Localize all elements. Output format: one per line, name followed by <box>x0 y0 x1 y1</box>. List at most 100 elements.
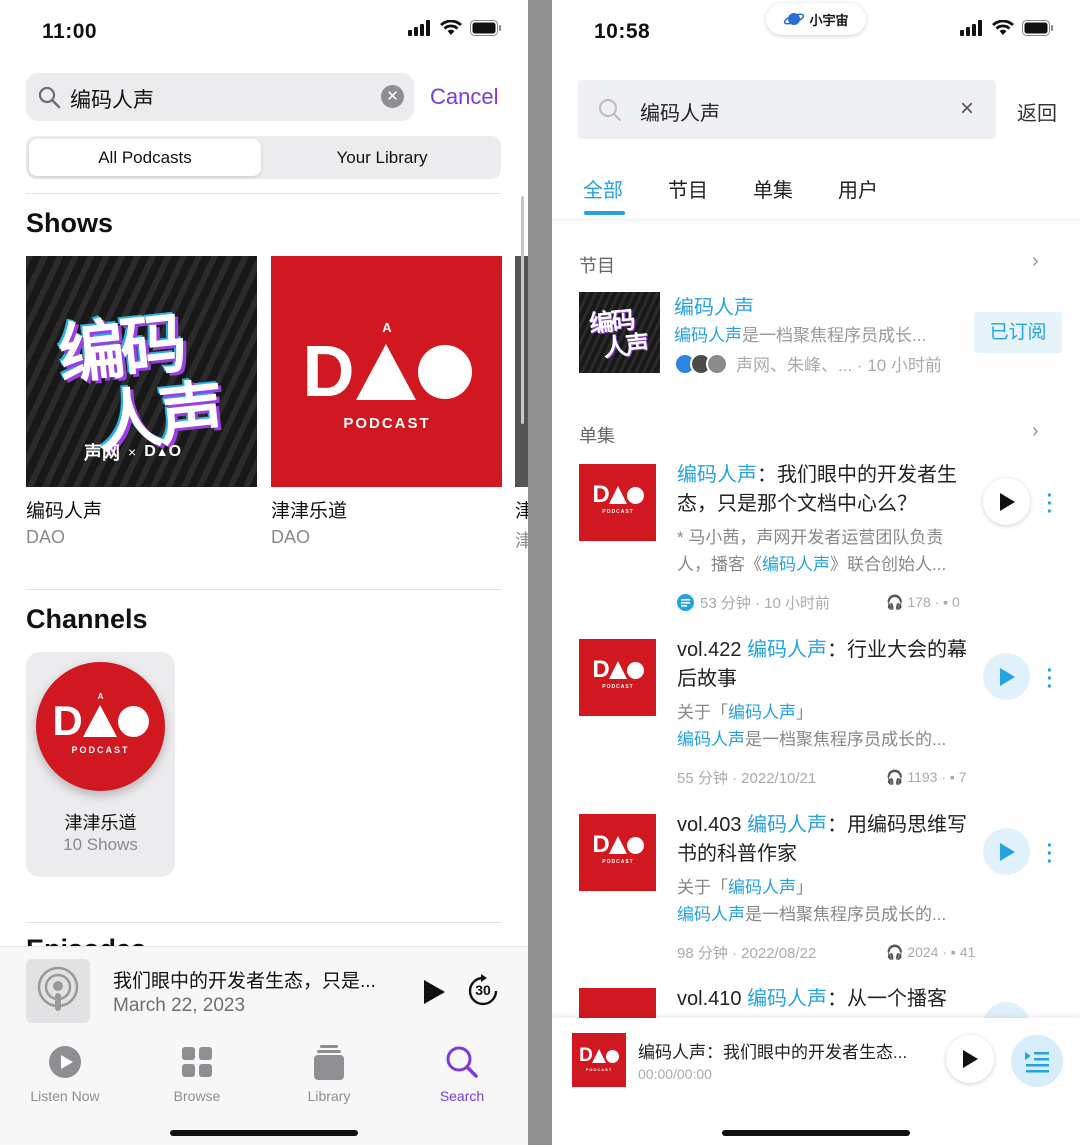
tab-shows[interactable]: 节目 <box>668 174 708 203</box>
playlist-button[interactable] <box>1011 1035 1063 1087</box>
battery-icon <box>470 20 501 36</box>
play-button[interactable] <box>983 478 1030 525</box>
status-time: 11:00 <box>42 20 98 43</box>
play-icon[interactable] <box>421 979 447 1005</box>
show-artwork[interactable]: 编码 人声 声网 × D▲O <box>26 256 257 487</box>
search-field[interactable]: 编码人声 ✕ <box>26 73 414 121</box>
tab-browse[interactable]: Browse <box>142 1042 252 1104</box>
show-artwork[interactable]: A D PODCAST <box>271 256 502 487</box>
skip-forward-label: 30 <box>475 982 491 998</box>
tab-users[interactable]: 用户 <box>838 174 878 203</box>
signal-icon <box>960 20 982 36</box>
more-options-icon[interactable]: · · · <box>1045 836 1055 872</box>
desc-line2-highlight: 编码人声 <box>677 905 745 924</box>
episode-title: 编码人声：我们眼中的开发者生态，只是那个文档中心么？ <box>677 461 977 519</box>
dao-logo-podcast: PODCAST <box>343 415 431 432</box>
status-time: 10:58 <box>594 20 651 43</box>
channel-card[interactable]: A D PODCAST 津津乐道 10 Shows <box>26 652 175 877</box>
now-playing-title: 编码人声：我们眼中的开发者生态... <box>638 1043 908 1062</box>
tab-library[interactable]: Library <box>274 1042 384 1104</box>
play-count: 2024 <box>907 944 939 960</box>
title-rest: ：从一个播客 <box>827 988 948 1010</box>
mini-player[interactable]: D PODCAST 编码人声：我们眼中的开发者生态... 00:00/00:00 <box>552 1018 1080 1145</box>
divider <box>26 193 501 194</box>
tab-divider <box>552 218 1080 226</box>
skip-forward-30-button[interactable]: 30 <box>466 974 500 1008</box>
episode-stats: 🎧 2024 · ▪ 41 <box>886 944 976 960</box>
apple-podcasts-screen: 11:00 编码人声 ✕ Cancel All Podcasts Your Li… <box>0 0 528 1145</box>
tab-listen-now[interactable]: Listen Now <box>10 1042 120 1104</box>
desc-line2-highlight: 编码人声 <box>677 730 745 749</box>
mini-player[interactable]: 我们眼中的开发者生态，只是... March 22, 2023 30 <box>0 946 528 1034</box>
show-artwork[interactable]: 编码 人声 <box>579 292 660 373</box>
desc-line2-highlight: 编码人声 <box>762 555 830 574</box>
dao-logo: A D PODCAST <box>303 320 472 432</box>
episode-meta: 53 分钟 · 10 小时前 <box>677 592 830 613</box>
play-count: 178 <box>907 594 931 610</box>
dao-logo-a: A <box>382 320 392 335</box>
segment-your-library[interactable]: Your Library <box>266 139 498 176</box>
desc-line1-pre: 关于「 <box>677 703 728 722</box>
episode-meta-text: 53 分钟 · 10 小时前 <box>700 595 831 612</box>
episodes-more-chevron-icon[interactable]: › <box>1032 420 1039 443</box>
clear-search-icon[interactable]: × <box>960 95 974 123</box>
back-button[interactable]: 返回 <box>1017 97 1057 126</box>
subscribed-button[interactable]: 已订阅 <box>974 312 1062 353</box>
segment-all-podcasts[interactable]: All Podcasts <box>29 139 261 176</box>
dao-logo-podcast: PODCAST <box>602 859 634 865</box>
desc-line1-pre: 关于「 <box>677 878 728 897</box>
comment-count: 41 <box>959 944 976 960</box>
grid-icon <box>182 1047 212 1077</box>
search-query[interactable]: 编码人声 <box>70 84 154 114</box>
dao-logo: D PODCAST <box>592 833 644 865</box>
dao-logo-mini: D▲O <box>144 443 182 460</box>
home-indicator <box>722 1130 910 1136</box>
desc-line2-post: 是一档聚焦程序员成长的... <box>745 730 947 749</box>
tab-label: Browse <box>173 1088 221 1104</box>
show-description: 编码人声是一档聚焦程序员成长... <box>674 321 949 346</box>
tab-all[interactable]: 全部 <box>583 174 623 203</box>
show-title[interactable]: 编码人声 <box>674 291 754 320</box>
comment-count: 0 <box>951 594 960 610</box>
home-indicator <box>170 1130 358 1136</box>
show-card[interactable]: 编码 人声 声网 × D▲O 编码人声 DAO <box>26 256 257 548</box>
more-options-icon[interactable]: · · · <box>1045 486 1055 522</box>
signal-icon <box>408 20 430 36</box>
more-options-icon[interactable]: · · · <box>1045 661 1055 697</box>
episode-description: * 马小茜，声网开发者运营团队负责 人，播客《编码人声》联合创始人... <box>677 524 977 578</box>
play-button[interactable] <box>946 1035 994 1083</box>
episode-stats: 🎧 178 · ▪ 0 <box>886 594 960 610</box>
desc-line2-pre: 人，播客《 <box>677 555 762 574</box>
tab-search[interactable]: Search <box>407 1042 517 1104</box>
search-field[interactable]: 编码人声 × <box>578 80 996 139</box>
artwork-brand: 声网 × D▲O <box>84 439 181 465</box>
search-query[interactable]: 编码人声 <box>640 97 720 126</box>
show-card[interactable]: A D PODCAST 津津乐道 DAO <box>271 256 502 548</box>
scroll-indicator <box>521 196 524 424</box>
cancel-button[interactable]: Cancel <box>430 84 498 110</box>
tab-label: Library <box>307 1088 351 1104</box>
dao-logo: A D PODCAST <box>52 692 149 755</box>
dao-logo-podcast: PODCAST <box>71 745 130 755</box>
dao-logo: D PODCAST <box>592 658 644 690</box>
tab-label: Listen Now <box>30 1088 100 1104</box>
planet-icon <box>784 13 805 25</box>
play-button[interactable] <box>983 828 1030 875</box>
clear-search-icon[interactable]: ✕ <box>381 85 404 108</box>
title-prefix: vol.403 <box>677 814 748 836</box>
shows-more-chevron-icon[interactable]: › <box>1032 250 1039 273</box>
now-playing-artwork: D PODCAST <box>572 1033 626 1087</box>
desc-highlight: 编码人声 <box>674 326 742 345</box>
show-meta-text: 声网、朱峰、... · 10 小时前 <box>736 356 942 375</box>
podcasts-icon <box>37 966 79 1011</box>
tab-episodes[interactable]: 单集 <box>753 174 793 203</box>
channel-name: 津津乐道 <box>64 813 137 833</box>
play-button[interactable] <box>983 653 1030 700</box>
dao-logo-podcast: PODCAST <box>585 1067 613 1072</box>
next-section-peek: Episodes <box>26 934 146 946</box>
episode-stats: 🎧 1193 · ▪ 7 <box>886 769 967 785</box>
episode-artwork: D PODCAST <box>579 814 656 891</box>
now-playing-artwork <box>26 959 90 1023</box>
play-icon <box>999 842 1015 861</box>
desc-line1-post: 」 <box>796 703 813 722</box>
